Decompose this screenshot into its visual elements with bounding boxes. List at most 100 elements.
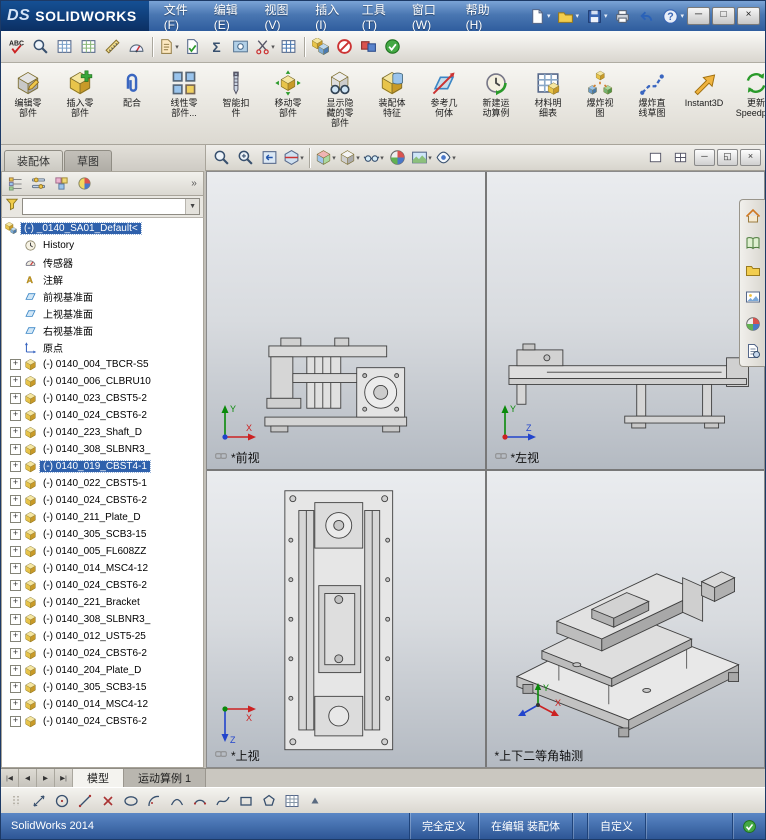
- tree-item-15[interactable]: + (-) 0140_022_CBST5-1: [2, 475, 203, 492]
- viewport-four-icon[interactable]: [669, 146, 692, 169]
- sheet-nav-button-0[interactable]: |◀: [1, 769, 19, 787]
- dropdown-arrow-icon[interactable]: ▾: [575, 12, 579, 20]
- file-explorer-icon[interactable]: [743, 260, 762, 279]
- menu-item-3[interactable]: 插入(I): [308, 1, 354, 35]
- measure-icon[interactable]: [101, 35, 124, 58]
- tree-item-26[interactable]: + (-) 0140_204_Plate_D: [2, 662, 203, 679]
- exploded-view-button[interactable]: 爆炸视 图: [575, 64, 625, 143]
- tree-item-17[interactable]: + (-) 0140_211_Plate_D: [2, 509, 203, 526]
- mass-properties-icon[interactable]: [125, 35, 148, 58]
- expand-icon[interactable]: +: [10, 631, 21, 642]
- show-hidden-components-button[interactable]: 显示隐 藏的零 部件: [315, 64, 365, 143]
- viewport-single-icon[interactable]: [644, 146, 667, 169]
- expand-icon[interactable]: +: [10, 648, 21, 659]
- compare-documents-icon[interactable]: [309, 35, 332, 58]
- menu-item-0[interactable]: 文件(F): [157, 1, 207, 35]
- design-table-icon[interactable]: [53, 35, 76, 58]
- dropdown-arrow-icon[interactable]: ▾: [271, 43, 275, 51]
- filter-input[interactable]: ▼: [22, 198, 200, 215]
- view-palette-icon[interactable]: [743, 287, 762, 306]
- dropdown-arrow-icon[interactable]: ▾: [332, 154, 336, 162]
- tree-item-29[interactable]: + (-) 0140_024_CBST6-2: [2, 713, 203, 730]
- tree-item-22[interactable]: + (-) 0140_221_Bracket: [2, 594, 203, 611]
- viewport-isometric-view[interactable]: Y X *上下二等角轴测: [486, 470, 764, 767]
- equations-icon[interactable]: Σ: [205, 35, 228, 58]
- dropdown-arrow-icon[interactable]: ▾: [547, 12, 551, 20]
- minimize-button[interactable]: ─: [687, 7, 710, 25]
- tree-item-16[interactable]: + (-) 0140_024_CBST6-2: [2, 492, 203, 509]
- section-view-icon[interactable]: ▾: [282, 146, 305, 169]
- propertymanager-tab[interactable]: [27, 174, 49, 193]
- expand-icon[interactable]: +: [10, 410, 21, 421]
- tree-item-28[interactable]: + (-) 0140_014_MSC4-12: [2, 696, 203, 713]
- commandmanager-tab-0[interactable]: 装配体: [4, 150, 63, 171]
- linear-component-pattern-button[interactable]: 线性零 部件...: [159, 64, 209, 143]
- new-document-button[interactable]: ▾: [526, 5, 554, 27]
- expand-icon[interactable]: +: [10, 427, 21, 438]
- menu-item-2[interactable]: 视图(V): [258, 1, 309, 35]
- expand-icon[interactable]: +: [10, 478, 21, 489]
- zoom-area-icon[interactable]: [234, 146, 257, 169]
- solidworks-resources-icon[interactable]: [743, 206, 762, 225]
- dropdown-arrow-icon[interactable]: ▾: [680, 12, 684, 20]
- tree-item-9[interactable]: + (-) 0140_006_CLBRU10: [2, 373, 203, 390]
- toolbar-drag-handle[interactable]: [5, 790, 26, 811]
- expand-icon[interactable]: +: [10, 359, 21, 370]
- insert-components-button[interactable]: 插入零 部件: [55, 64, 105, 143]
- tree-item-2[interactable]: 传感器: [2, 254, 203, 271]
- tree-item-8[interactable]: + (-) 0140_004_TBCR-S5: [2, 356, 203, 373]
- expand-icon[interactable]: +: [10, 699, 21, 710]
- design-checker-icon[interactable]: [181, 35, 204, 58]
- view-orientation-icon[interactable]: ▾: [314, 146, 337, 169]
- tree-item-24[interactable]: + (-) 0140_012_UST5-25: [2, 628, 203, 645]
- custom-properties-icon[interactable]: [743, 341, 762, 360]
- centerpoint-arc-icon[interactable]: [143, 790, 164, 811]
- expand-icon[interactable]: +: [10, 529, 21, 540]
- filter-dropdown-icon[interactable]: ▼: [185, 199, 199, 214]
- menu-item-6[interactable]: 帮助(H): [459, 1, 510, 35]
- tree-item-25[interactable]: + (-) 0140_024_CBST6-2: [2, 645, 203, 662]
- search-icon[interactable]: [29, 35, 52, 58]
- expand-icon[interactable]: +: [10, 376, 21, 387]
- sheet-nav-button-1[interactable]: ◀: [19, 769, 37, 787]
- maximize-button[interactable]: □: [712, 7, 735, 25]
- tree-item-6[interactable]: 右视基准面: [2, 322, 203, 339]
- smart-fasteners-button[interactable]: 智能扣 件: [211, 64, 261, 143]
- open-button[interactable]: ▾: [554, 5, 582, 27]
- viewport-top-view[interactable]: X Z *上视: [207, 470, 485, 767]
- linear-pattern-icon[interactable]: [281, 790, 302, 811]
- apply-scene-icon[interactable]: ▾: [410, 146, 433, 169]
- tree-item-12[interactable]: + (-) 0140_223_Shaft_D: [2, 424, 203, 441]
- tree-item-13[interactable]: + (-) 0140_308_SLBNR3_: [2, 441, 203, 458]
- expand-icon[interactable]: +: [10, 546, 21, 557]
- status-custom[interactable]: 自定义: [587, 813, 645, 839]
- bill-of-materials-button[interactable]: 材料明 细表: [523, 64, 573, 143]
- edit-appearance-icon[interactable]: [386, 146, 409, 169]
- displaymanager-tab[interactable]: [73, 174, 95, 193]
- tangent-arc-icon[interactable]: [166, 790, 187, 811]
- tree-item-21[interactable]: + (-) 0140_024_CBST6-2: [2, 577, 203, 594]
- document-restore-button[interactable]: ◱: [717, 149, 738, 166]
- menu-item-5[interactable]: 窗口(W): [405, 1, 459, 35]
- close-button[interactable]: ×: [737, 7, 760, 25]
- new-motion-study-button[interactable]: 新建运 动算例: [471, 64, 521, 143]
- instant3d-button[interactable]: Instant3D: [679, 64, 729, 143]
- rectangle-icon[interactable]: [235, 790, 256, 811]
- dropdown-arrow-icon[interactable]: ▾: [428, 154, 432, 162]
- menu-item-1[interactable]: 编辑(E): [207, 1, 258, 35]
- tree-item-14[interactable]: + (-) 0140_019_CBST4-1: [2, 458, 203, 475]
- tree-item-10[interactable]: + (-) 0140_023_CBST5-2: [2, 390, 203, 407]
- explode-line-sketch-button[interactable]: 爆炸直 线草图: [627, 64, 677, 143]
- move-component-button[interactable]: 移动零 部件: [263, 64, 313, 143]
- compare-results-icon[interactable]: [357, 35, 380, 58]
- dropdown-arrow-icon[interactable]: ▾: [452, 154, 456, 162]
- tree-item-1[interactable]: History: [2, 237, 203, 254]
- ellipse-icon[interactable]: [120, 790, 141, 811]
- dropdown-arrow-icon[interactable]: ▾: [300, 154, 304, 162]
- expand-icon[interactable]: +: [10, 393, 21, 404]
- tree-item-18[interactable]: + (-) 0140_305_SCB3-15: [2, 526, 203, 543]
- expand-icon[interactable]: +: [10, 495, 21, 506]
- save-button[interactable]: ▾: [583, 5, 611, 27]
- smart-dimension-icon[interactable]: [28, 790, 49, 811]
- tree-item-5[interactable]: 上视基准面: [2, 305, 203, 322]
